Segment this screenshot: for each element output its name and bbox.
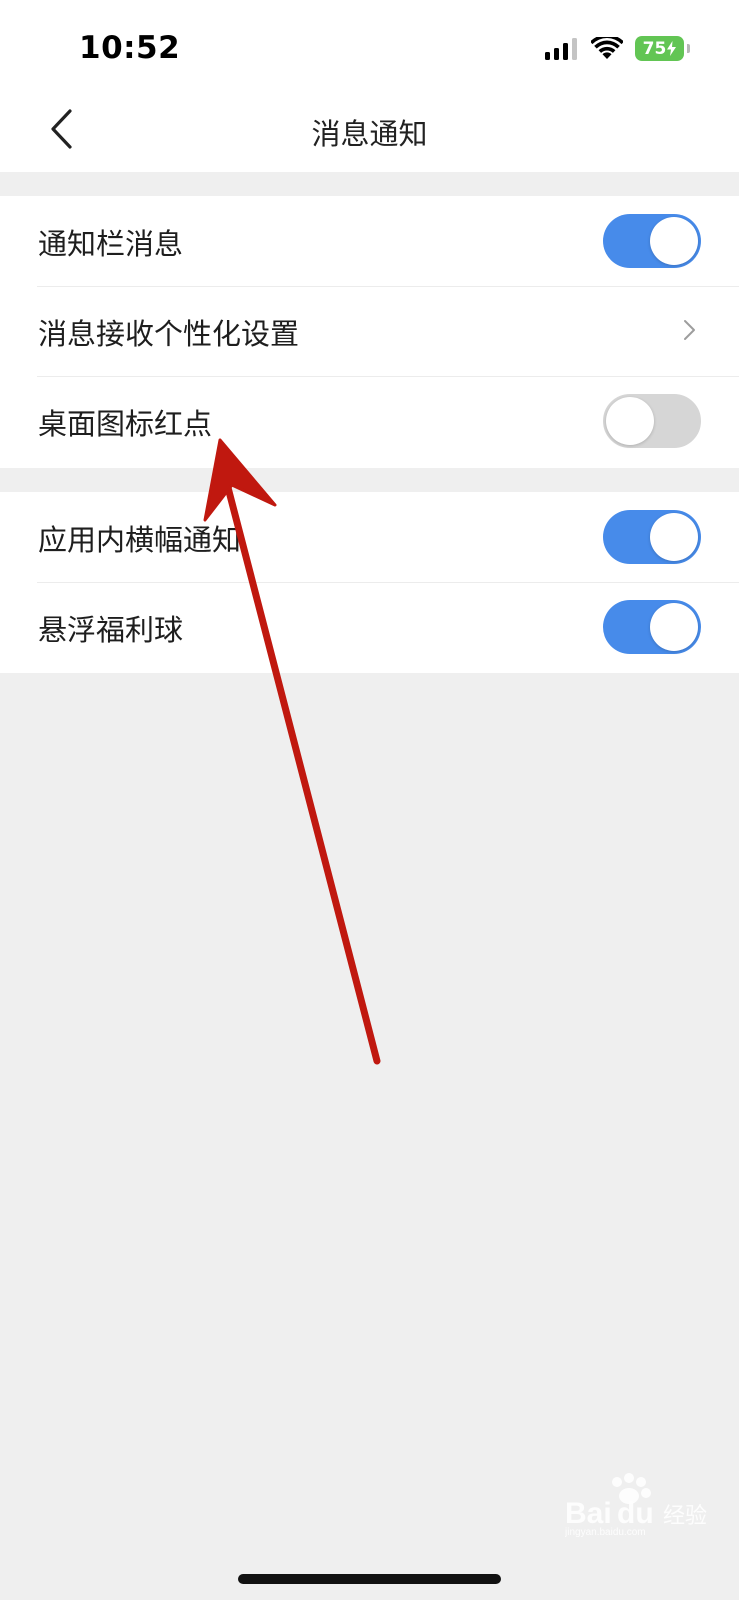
svg-text:jingyan.baidu.com: jingyan.baidu.com: [565, 1527, 646, 1538]
status-bar: 10:52 75: [0, 0, 739, 86]
setting-label: 消息接收个性化设置: [38, 317, 300, 351]
wifi-icon: [591, 36, 623, 59]
home-indicator: [238, 1574, 501, 1584]
setting-row-floating-ball[interactable]: 悬浮福利球: [0, 582, 739, 672]
setting-row-badge[interactable]: 桌面图标红点: [0, 376, 739, 466]
status-time: 10:52: [79, 30, 181, 66]
in-app-banner-toggle[interactable]: [603, 510, 701, 564]
page-title: 消息通知: [311, 117, 428, 151]
svg-text:经验: 经验: [663, 1504, 707, 1529]
toggle-knob: [650, 217, 698, 265]
status-icons: 75: [545, 36, 690, 61]
setting-label: 通知栏消息: [38, 227, 184, 261]
settings-group-1: 通知栏消息 消息接收个性化设置 桌面图标红点: [0, 196, 739, 468]
nav-bar: 消息通知: [0, 86, 739, 172]
setting-label: 桌面图标红点: [38, 407, 213, 441]
baidu-watermark-logo: Bai du 经验 jingyan.baidu.com: [565, 1473, 707, 1538]
setting-row-personalized[interactable]: 消息接收个性化设置: [0, 286, 739, 376]
badge-toggle[interactable]: [603, 394, 701, 448]
toggle-knob: [650, 603, 698, 651]
signal-icon: [545, 37, 577, 60]
setting-label: 应用内横幅通知: [38, 523, 242, 557]
chevron-right-icon: [684, 320, 695, 340]
svg-text:du: du: [617, 1497, 654, 1530]
setting-row-in-app-banner[interactable]: 应用内横幅通知: [0, 492, 739, 582]
setting-row-notification-bar[interactable]: 通知栏消息: [0, 196, 739, 286]
battery-level: 75: [642, 38, 667, 59]
charging-bolt-icon: [667, 41, 677, 56]
svg-text:Bai: Bai: [565, 1497, 612, 1530]
floating-ball-toggle[interactable]: [603, 600, 701, 654]
setting-label: 悬浮福利球: [38, 613, 184, 647]
battery-charging-icon: 75: [635, 36, 690, 61]
toggle-knob: [650, 513, 698, 561]
settings-group-2: 应用内横幅通知 悬浮福利球: [0, 492, 739, 673]
notification-bar-toggle[interactable]: [603, 214, 701, 268]
toggle-knob: [606, 397, 654, 445]
